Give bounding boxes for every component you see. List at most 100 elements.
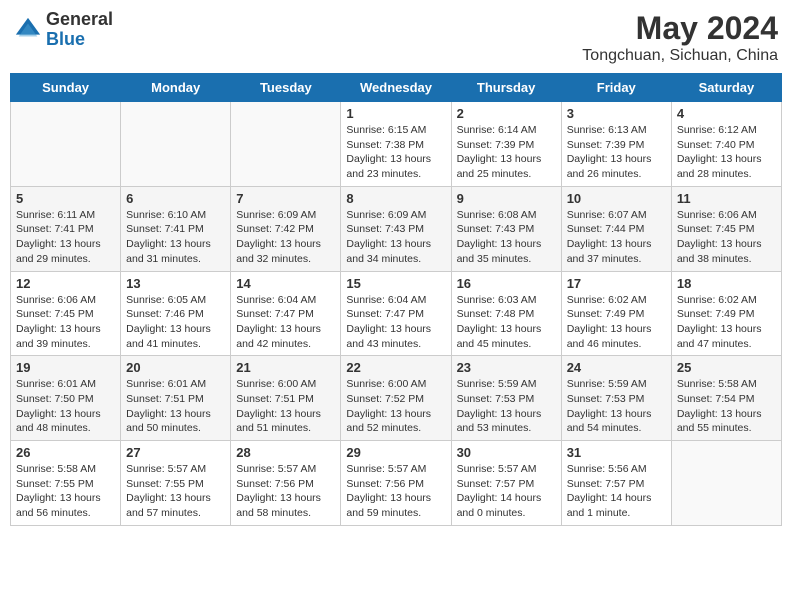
table-row: 26 Sunrise: 5:58 AM Sunset: 7:55 PM Dayli… bbox=[11, 441, 121, 526]
day-number: 18 bbox=[677, 276, 776, 291]
header-saturday: Saturday bbox=[671, 74, 781, 102]
day-info: Sunrise: 5:57 AM Sunset: 7:56 PM Dayligh… bbox=[346, 462, 445, 521]
day-info: Sunrise: 6:03 AM Sunset: 7:48 PM Dayligh… bbox=[457, 293, 556, 352]
table-row: 7Sunrise: 6:09 AM Sunset: 7:42 PM Daylig… bbox=[231, 186, 341, 271]
table-row: 19 Sunrise: 6:01 AM Sunset: 7:50 PM Dayli… bbox=[11, 356, 121, 441]
day-number: 26 bbox=[16, 445, 115, 460]
table-row: 27 Sunrise: 5:57 AM Sunset: 7:55 PM Dayli… bbox=[121, 441, 231, 526]
day-number: 6 bbox=[126, 191, 225, 206]
table-row: 6 Sunrise: 6:10 AM Sunset: 7:41 PM Daylig… bbox=[121, 186, 231, 271]
table-row bbox=[231, 102, 341, 187]
day-info: Sunrise: 6:10 AM Sunset: 7:41 PM Dayligh… bbox=[126, 208, 225, 267]
table-row: 11Sunrise: 6:06 AM Sunset: 7:45 PM Dayli… bbox=[671, 186, 781, 271]
calendar-table: Sunday Monday Tuesday Wednesday Thursday… bbox=[10, 73, 782, 526]
calendar-week-row: 26 Sunrise: 5:58 AM Sunset: 7:55 PM Dayli… bbox=[11, 441, 782, 526]
day-info: Sunrise: 5:57 AM Sunset: 7:55 PM Dayligh… bbox=[126, 462, 225, 521]
day-info: Sunrise: 6:06 AM Sunset: 7:45 PM Dayligh… bbox=[16, 293, 115, 352]
table-row: 22 Sunrise: 6:00 AM Sunset: 7:52 PM Dayli… bbox=[341, 356, 451, 441]
table-row bbox=[11, 102, 121, 187]
day-info: Sunrise: 6:04 AM Sunset: 7:47 PM Dayligh… bbox=[236, 293, 335, 352]
table-row: 2Sunrise: 6:14 AM Sunset: 7:39 PM Daylig… bbox=[451, 102, 561, 187]
calendar-week-row: 5Sunrise: 6:11 AM Sunset: 7:41 PM Daylig… bbox=[11, 186, 782, 271]
day-info: Sunrise: 5:59 AM Sunset: 7:53 PM Dayligh… bbox=[567, 377, 666, 436]
day-number: 9 bbox=[457, 191, 556, 206]
day-info: Sunrise: 6:12 AM Sunset: 7:40 PM Dayligh… bbox=[677, 123, 776, 182]
table-row: 18Sunrise: 6:02 AM Sunset: 7:49 PM Dayli… bbox=[671, 271, 781, 356]
day-number: 27 bbox=[126, 445, 225, 460]
page-header: General Blue May 2024 Tongchuan, Sichuan… bbox=[10, 10, 782, 65]
day-number: 14 bbox=[236, 276, 335, 291]
day-info: Sunrise: 5:56 AM Sunset: 7:57 PM Dayligh… bbox=[567, 462, 666, 521]
day-info: Sunrise: 6:00 AM Sunset: 7:51 PM Dayligh… bbox=[236, 377, 335, 436]
day-info: Sunrise: 6:15 AM Sunset: 7:38 PM Dayligh… bbox=[346, 123, 445, 182]
day-info: Sunrise: 6:09 AM Sunset: 7:43 PM Dayligh… bbox=[346, 208, 445, 267]
logo-general-text: General bbox=[46, 9, 113, 29]
table-row: 30Sunrise: 5:57 AM Sunset: 7:57 PM Dayli… bbox=[451, 441, 561, 526]
day-number: 17 bbox=[567, 276, 666, 291]
day-info: Sunrise: 6:01 AM Sunset: 7:51 PM Dayligh… bbox=[126, 377, 225, 436]
day-info: Sunrise: 6:05 AM Sunset: 7:46 PM Dayligh… bbox=[126, 293, 225, 352]
day-number: 12 bbox=[16, 276, 115, 291]
day-info: Sunrise: 6:00 AM Sunset: 7:52 PM Dayligh… bbox=[346, 377, 445, 436]
day-number: 20 bbox=[126, 360, 225, 375]
table-row: 9 Sunrise: 6:08 AM Sunset: 7:43 PM Daylig… bbox=[451, 186, 561, 271]
day-number: 4 bbox=[677, 106, 776, 121]
day-number: 28 bbox=[236, 445, 335, 460]
day-info: Sunrise: 6:01 AM Sunset: 7:50 PM Dayligh… bbox=[16, 377, 115, 436]
day-number: 19 bbox=[16, 360, 115, 375]
day-number: 2 bbox=[457, 106, 556, 121]
day-number: 23 bbox=[457, 360, 556, 375]
location-subtitle: Tongchuan, Sichuan, China bbox=[582, 47, 778, 65]
day-number: 31 bbox=[567, 445, 666, 460]
title-block: May 2024 Tongchuan, Sichuan, China bbox=[582, 10, 778, 65]
table-row: 4 Sunrise: 6:12 AM Sunset: 7:40 PM Daylig… bbox=[671, 102, 781, 187]
table-row: 16 Sunrise: 6:03 AM Sunset: 7:48 PM Dayli… bbox=[451, 271, 561, 356]
day-info: Sunrise: 6:11 AM Sunset: 7:41 PM Dayligh… bbox=[16, 208, 115, 267]
day-number: 21 bbox=[236, 360, 335, 375]
table-row bbox=[121, 102, 231, 187]
table-row: 3Sunrise: 6:13 AM Sunset: 7:39 PM Daylig… bbox=[561, 102, 671, 187]
header-wednesday: Wednesday bbox=[341, 74, 451, 102]
table-row: 1 Sunrise: 6:15 AM Sunset: 7:38 PM Daylig… bbox=[341, 102, 451, 187]
table-row: 21 Sunrise: 6:00 AM Sunset: 7:51 PM Dayli… bbox=[231, 356, 341, 441]
day-number: 24 bbox=[567, 360, 666, 375]
day-info: Sunrise: 5:58 AM Sunset: 7:54 PM Dayligh… bbox=[677, 377, 776, 436]
table-row: 29Sunrise: 5:57 AM Sunset: 7:56 PM Dayli… bbox=[341, 441, 451, 526]
day-number: 1 bbox=[346, 106, 445, 121]
day-info: Sunrise: 6:06 AM Sunset: 7:45 PM Dayligh… bbox=[677, 208, 776, 267]
day-info: Sunrise: 6:08 AM Sunset: 7:43 PM Dayligh… bbox=[457, 208, 556, 267]
table-row: 15 Sunrise: 6:04 AM Sunset: 7:47 PM Dayli… bbox=[341, 271, 451, 356]
day-info: Sunrise: 5:59 AM Sunset: 7:53 PM Dayligh… bbox=[457, 377, 556, 436]
table-row: 17 Sunrise: 6:02 AM Sunset: 7:49 PM Dayli… bbox=[561, 271, 671, 356]
table-row: 31 Sunrise: 5:56 AM Sunset: 7:57 PM Dayli… bbox=[561, 441, 671, 526]
day-number: 13 bbox=[126, 276, 225, 291]
day-info: Sunrise: 6:04 AM Sunset: 7:47 PM Dayligh… bbox=[346, 293, 445, 352]
day-number: 16 bbox=[457, 276, 556, 291]
day-number: 10 bbox=[567, 191, 666, 206]
table-row: 25Sunrise: 5:58 AM Sunset: 7:54 PM Dayli… bbox=[671, 356, 781, 441]
table-row: 23 Sunrise: 5:59 AM Sunset: 7:53 PM Dayli… bbox=[451, 356, 561, 441]
calendar-week-row: 1 Sunrise: 6:15 AM Sunset: 7:38 PM Daylig… bbox=[11, 102, 782, 187]
calendar-week-row: 19 Sunrise: 6:01 AM Sunset: 7:50 PM Dayli… bbox=[11, 356, 782, 441]
table-row: 24 Sunrise: 5:59 AM Sunset: 7:53 PM Dayli… bbox=[561, 356, 671, 441]
header-sunday: Sunday bbox=[11, 74, 121, 102]
table-row: 10 Sunrise: 6:07 AM Sunset: 7:44 PM Dayli… bbox=[561, 186, 671, 271]
day-number: 15 bbox=[346, 276, 445, 291]
header-row: Sunday Monday Tuesday Wednesday Thursday… bbox=[11, 74, 782, 102]
header-monday: Monday bbox=[121, 74, 231, 102]
day-number: 30 bbox=[457, 445, 556, 460]
calendar-week-row: 12 Sunrise: 6:06 AM Sunset: 7:45 PM Dayli… bbox=[11, 271, 782, 356]
day-number: 22 bbox=[346, 360, 445, 375]
table-row bbox=[671, 441, 781, 526]
calendar-header: Sunday Monday Tuesday Wednesday Thursday… bbox=[11, 74, 782, 102]
table-row: 20 Sunrise: 6:01 AM Sunset: 7:51 PM Dayli… bbox=[121, 356, 231, 441]
table-row: 28Sunrise: 5:57 AM Sunset: 7:56 PM Dayli… bbox=[231, 441, 341, 526]
day-number: 3 bbox=[567, 106, 666, 121]
header-thursday: Thursday bbox=[451, 74, 561, 102]
day-number: 8 bbox=[346, 191, 445, 206]
header-friday: Friday bbox=[561, 74, 671, 102]
day-info: Sunrise: 6:07 AM Sunset: 7:44 PM Dayligh… bbox=[567, 208, 666, 267]
day-info: Sunrise: 5:58 AM Sunset: 7:55 PM Dayligh… bbox=[16, 462, 115, 521]
day-info: Sunrise: 6:02 AM Sunset: 7:49 PM Dayligh… bbox=[567, 293, 666, 352]
table-row: 5Sunrise: 6:11 AM Sunset: 7:41 PM Daylig… bbox=[11, 186, 121, 271]
